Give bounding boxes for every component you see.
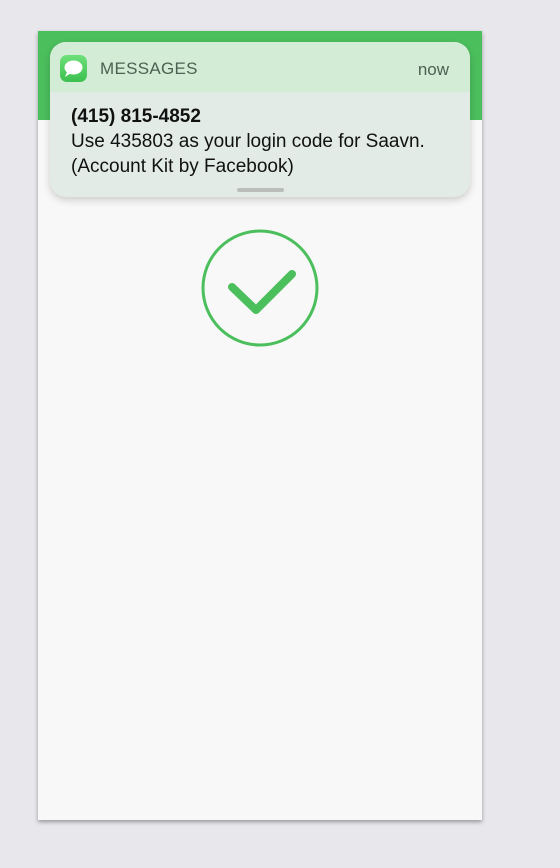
checkmark-circle-icon [201,229,319,347]
messages-icon [60,55,87,82]
app-name: MESSAGES [100,59,198,78]
drag-handle[interactable] [237,188,284,192]
message-notification[interactable]: MESSAGES now (415) 815-4852 Use 435803 a… [50,42,470,197]
notification-header: MESSAGES now [50,42,470,92]
notification-body: (415) 815-4852 Use 435803 as your login … [50,92,470,179]
message-text: Use 435803 as your login code for Saavn.… [71,131,425,177]
notification-time: now [417,60,449,79]
sender: (415) 815-4852 [71,106,201,127]
